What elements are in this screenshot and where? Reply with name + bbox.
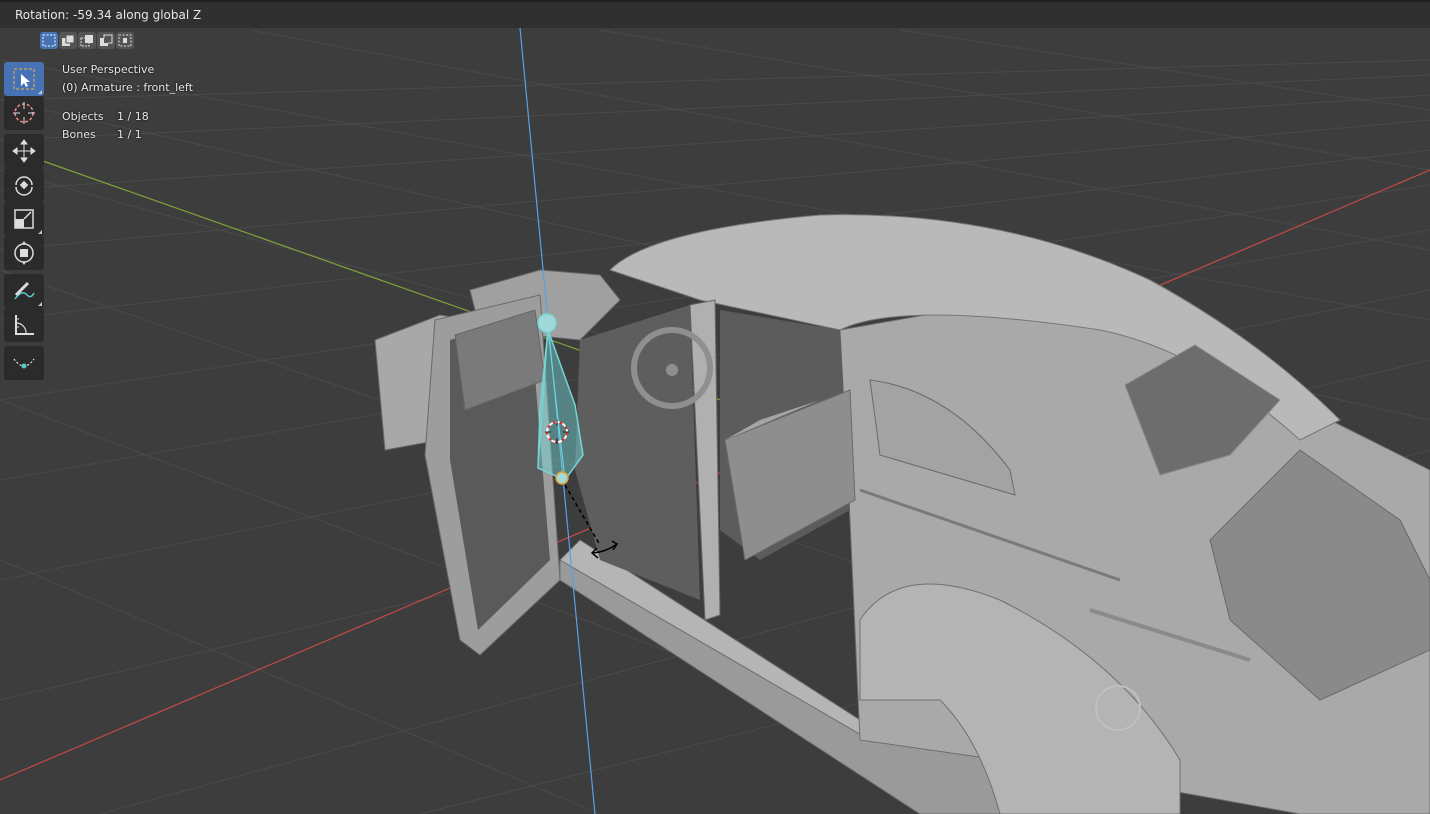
bone-roll-tool[interactable]: [4, 346, 44, 380]
extend-mode-button[interactable]: [59, 32, 77, 49]
move-icon: [12, 139, 36, 163]
scale-tool[interactable]: [4, 202, 44, 236]
3d-viewport[interactable]: Rotation: -59.34 along global Z User Per…: [0, 0, 1430, 814]
view-name: User Perspective: [62, 63, 155, 76]
set-mode-button[interactable]: [40, 32, 58, 49]
cursor-icon: [13, 102, 35, 124]
stat-row-objects: Objects 1 / 18: [62, 108, 193, 126]
select-set-icon: [42, 34, 56, 47]
viewport-text-info: User Perspective (0) Armature : front_le…: [62, 61, 193, 144]
viewport-scene[interactable]: [0, 0, 1430, 814]
select-box-icon: [13, 68, 35, 90]
stat-row-bones: Bones 1 / 1: [62, 126, 193, 144]
header-bar: Rotation: -59.34 along global Z: [0, 0, 1430, 28]
annotate-icon: [14, 281, 35, 300]
annotate-tool[interactable]: [4, 274, 44, 308]
cursor-tool[interactable]: [4, 96, 44, 130]
selection-mode-group: [40, 32, 135, 49]
transform-status-text: Rotation: -59.34 along global Z: [15, 8, 202, 22]
transform-icon: [14, 241, 34, 265]
select-subtract-icon: [80, 35, 93, 47]
select-intersect-icon: [118, 34, 132, 47]
rotate-tool[interactable]: [4, 168, 44, 202]
select-invert-icon: [100, 34, 113, 46]
stat-value: 1 / 18: [117, 110, 149, 123]
stat-label: Bones: [62, 128, 96, 141]
rotate-icon: [15, 176, 33, 196]
subtract-mode-button[interactable]: [78, 32, 96, 49]
stat-value: 1 / 1: [117, 128, 142, 141]
invert-mode-button[interactable]: [97, 32, 115, 49]
stat-label: Objects: [62, 110, 104, 123]
active-object-label: (0) Armature : front_left: [62, 81, 193, 94]
tool-shelf: [4, 62, 44, 380]
measure-tool[interactable]: [4, 308, 44, 342]
transform-tool[interactable]: [4, 236, 44, 270]
measure-icon: [15, 315, 34, 335]
car-mesh[interactable]: [374, 214, 1430, 814]
bone-roll-icon: [13, 358, 35, 369]
move-tool[interactable]: [4, 134, 44, 168]
intersect-mode-button[interactable]: [116, 32, 134, 49]
scale-icon: [14, 209, 34, 229]
select-extend-icon: [62, 34, 75, 46]
select-box-tool[interactable]: [4, 62, 44, 96]
